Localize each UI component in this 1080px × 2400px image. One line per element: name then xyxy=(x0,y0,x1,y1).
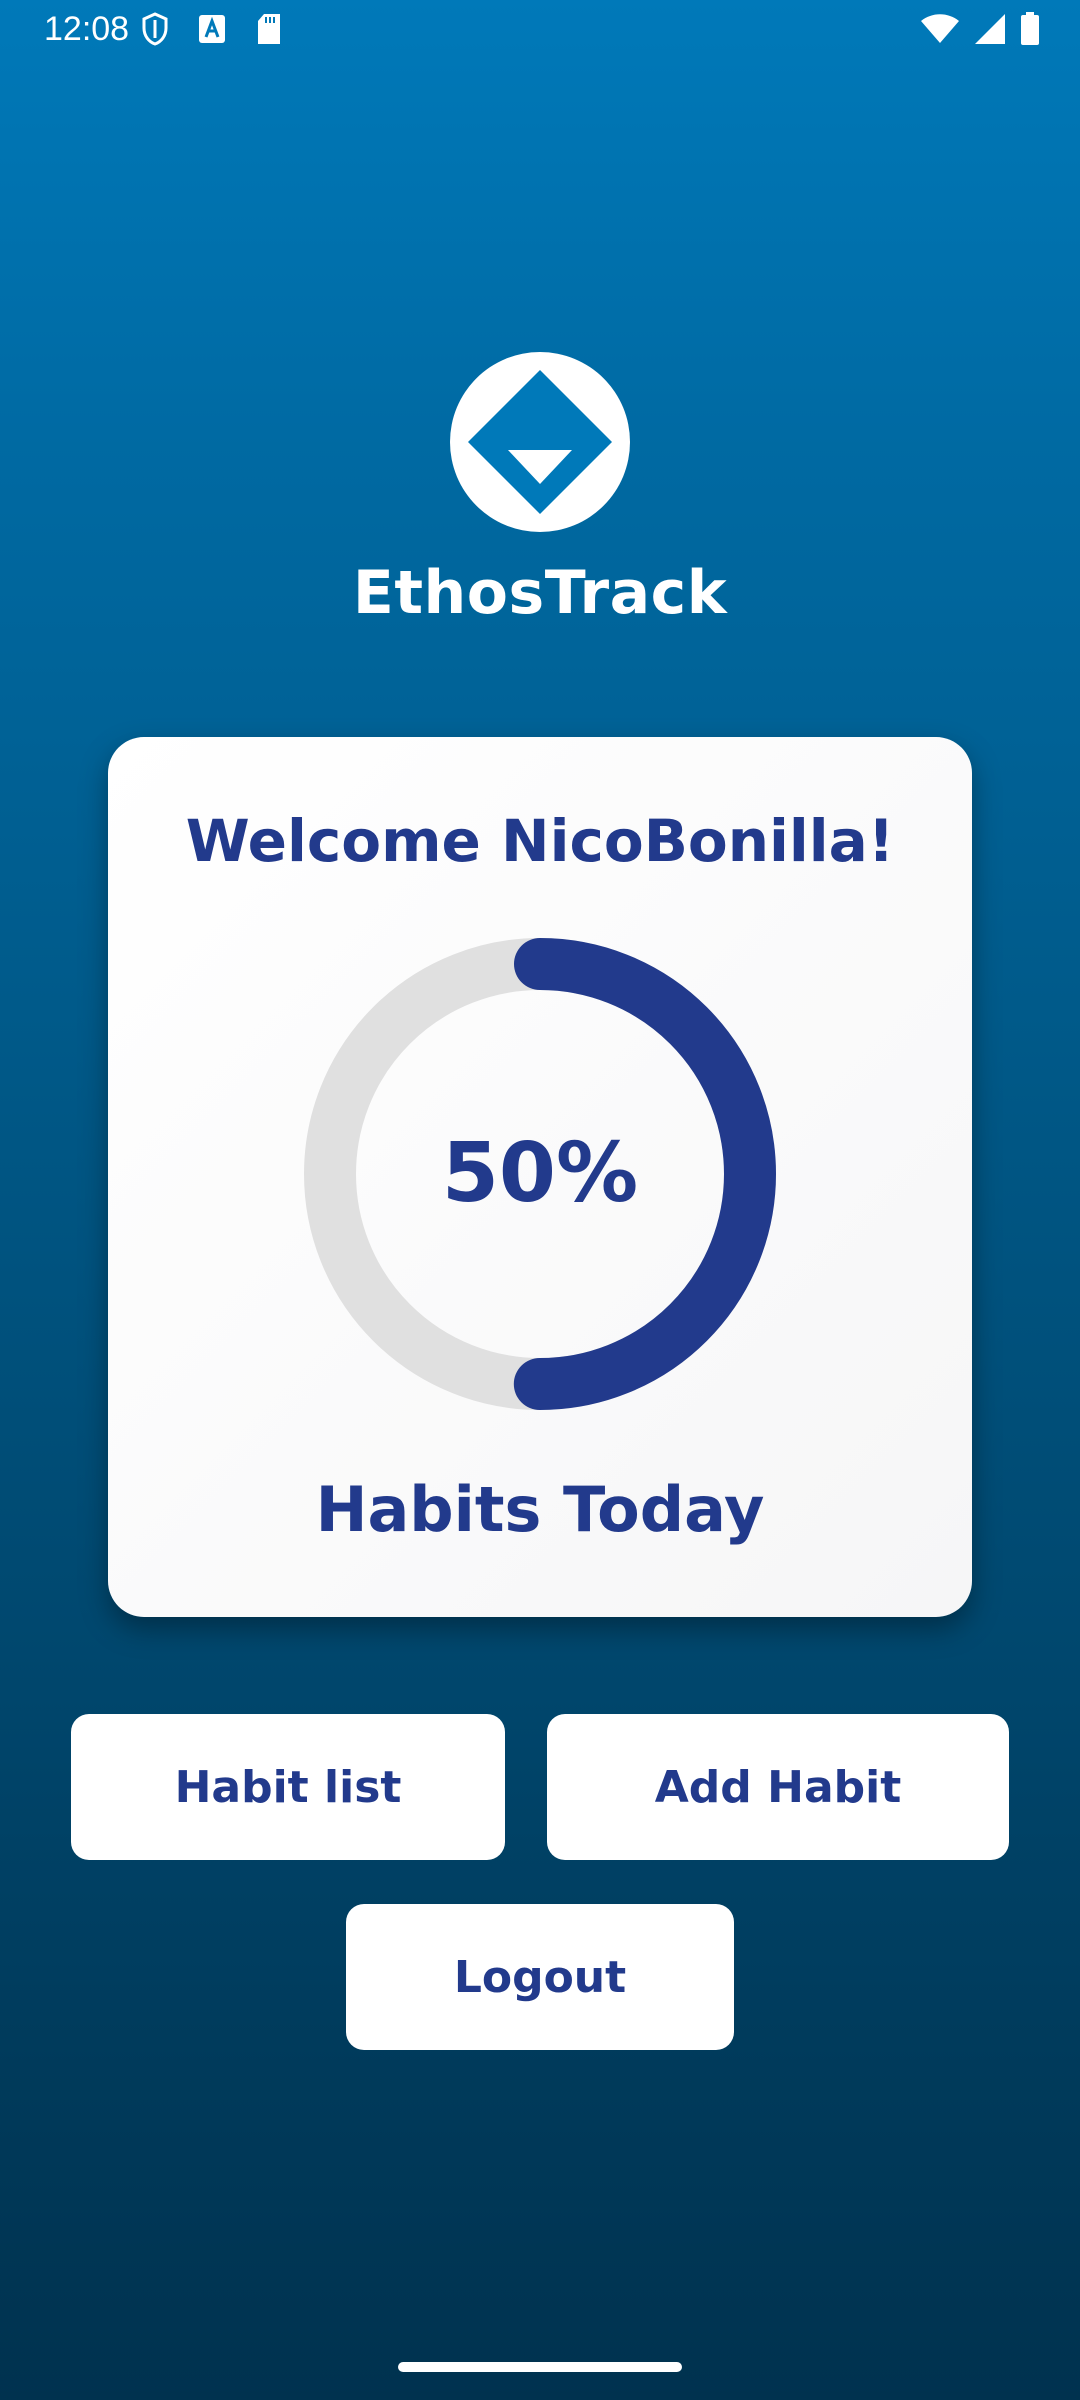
progress-ring: 50% xyxy=(303,937,777,1411)
signal-icon xyxy=(974,13,1006,50)
progress-percent: 50% xyxy=(441,1126,639,1221)
sd-card-icon xyxy=(256,13,282,50)
welcome-prefix: Welcome xyxy=(185,807,502,875)
progress-caption: Habits Today xyxy=(315,1473,765,1546)
progress-card: Welcome NicoBonilla! 50% Habits Today xyxy=(108,737,972,1617)
status-left-icons xyxy=(142,12,312,51)
logout-button[interactable]: Logout xyxy=(346,1904,734,2050)
habit-list-button[interactable]: Habit list xyxy=(71,1714,505,1860)
gesture-navigation-bar[interactable] xyxy=(398,2362,682,2372)
status-time: 12:08 xyxy=(44,10,130,48)
battery-icon xyxy=(1020,12,1040,51)
app-title: EthosTrack xyxy=(352,558,728,628)
status-bar: 12:08 xyxy=(0,0,1080,64)
ethostrack-logo-icon xyxy=(450,352,630,532)
welcome-suffix: ! xyxy=(867,807,895,875)
home-screen: 12:08 EthosTrack Welcome NicoBonilla! 50… xyxy=(0,0,1080,2400)
add-habit-button[interactable]: Add Habit xyxy=(547,1714,1009,1860)
welcome-username: NicoBonilla xyxy=(501,807,868,875)
font-a-icon xyxy=(198,14,226,49)
shield-icon xyxy=(142,12,168,51)
welcome-heading: Welcome NicoBonilla! xyxy=(108,807,972,875)
wifi-icon xyxy=(920,13,960,50)
status-right-icons xyxy=(906,12,1040,51)
